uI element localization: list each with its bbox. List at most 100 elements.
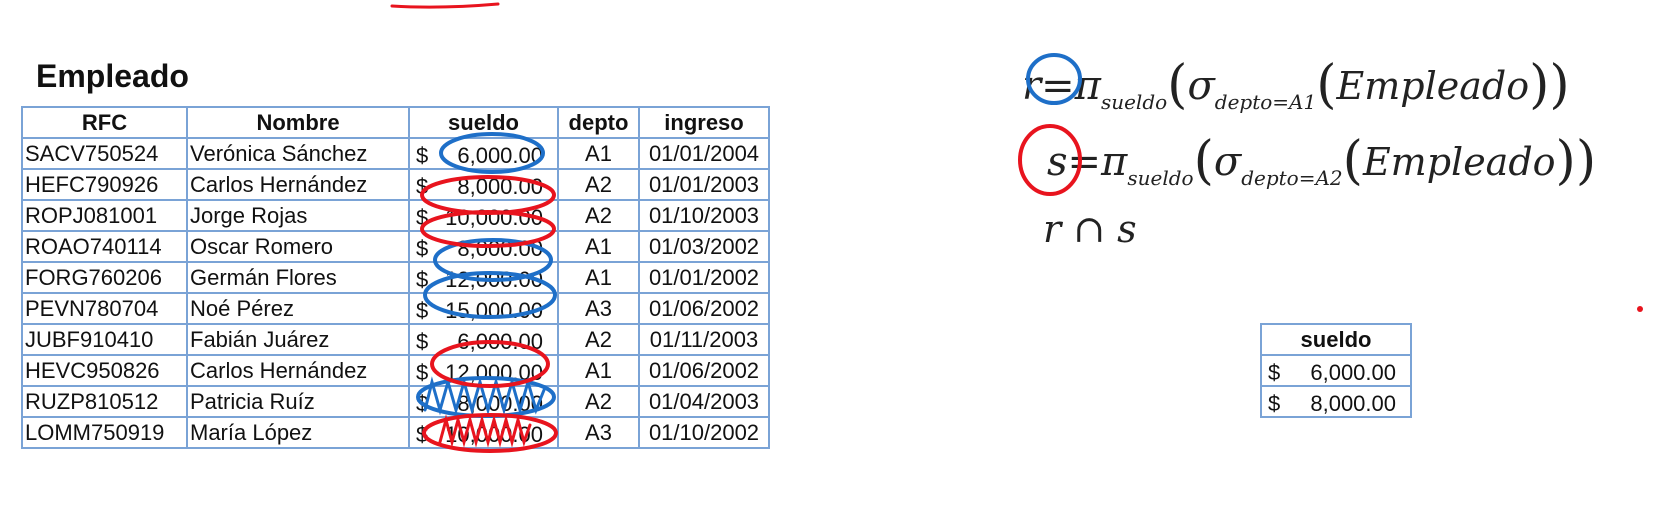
depto-cell: A2 [557, 323, 640, 356]
expression-r: r=πsueldo(σdepto=A1(Empleado)) [1022, 55, 1570, 115]
depto-cell: A1 [557, 261, 640, 294]
red-dot [1637, 306, 1643, 312]
rfc-cell: ROPJ081001 [21, 199, 188, 232]
currency-symbol: $ [416, 236, 429, 261]
depto-cell: A2 [557, 385, 640, 418]
rfc-cell: ROAO740114 [21, 230, 188, 263]
currency-symbol: $ [416, 360, 429, 385]
currency-symbol: $ [416, 298, 429, 323]
result-table: sueldo $ 6,000.00 $ 8,000.00 [1260, 323, 1412, 418]
table-row: SACV750524 Verónica Sánchez $6,000.00 A1 01/… [21, 137, 770, 170]
projection-attribute: sueldo [1100, 90, 1168, 114]
nombre-cell: Carlos Hernández [186, 168, 410, 201]
sueldo-cell: $10,000.00 [408, 199, 559, 232]
ingreso-cell: 01/10/2003 [638, 199, 770, 232]
depto-cell: A1 [557, 354, 640, 387]
ingreso-cell: 01/06/2002 [638, 354, 770, 387]
table-row: HEFC790926 Carlos Hernández $8,000.00 A2 01/… [21, 168, 770, 201]
currency-symbol: $ [416, 329, 429, 354]
salary-value: 12,000.00 [445, 267, 543, 292]
currency-symbol: $ [416, 174, 429, 199]
expression-s: s=πsueldo(σdepto=A2(Empleado)) [1047, 131, 1597, 191]
page-title: Empleado [36, 58, 189, 94]
nombre-cell: Germán Flores [186, 261, 410, 294]
ingreso-cell: 01/11/2003 [638, 323, 770, 356]
red-stroke [390, 2, 500, 9]
sueldo-cell: $8,000.00 [408, 168, 559, 201]
currency-symbol: $ [1268, 391, 1281, 416]
rfc-cell: RUZP810512 [21, 385, 188, 418]
nombre-cell: Oscar Romero [186, 230, 410, 263]
selection-condition: depto=A1 [1214, 90, 1317, 114]
equals-sign: = [1041, 63, 1075, 109]
rfc-cell: HEVC950826 [21, 354, 188, 387]
result-sueldo-cell: $ 6,000.00 [1260, 354, 1412, 387]
salary-value: 6,000.00 [1310, 360, 1396, 385]
ingreso-cell: 01/01/2003 [638, 168, 770, 201]
header-nombre: Nombre [186, 106, 410, 139]
sigma-symbol: σ [1187, 63, 1215, 109]
sueldo-cell: $15,000.00 [408, 292, 559, 325]
nombre-cell: Jorge Rojas [186, 199, 410, 232]
nombre-cell: Fabián Juárez [186, 323, 410, 356]
result-row: $ 6,000.00 [1260, 354, 1412, 387]
currency-symbol: $ [416, 422, 429, 447]
header-rfc: RFC [21, 106, 188, 139]
salary-value: 15,000.00 [445, 298, 543, 323]
depto-cell: A1 [557, 230, 640, 263]
salary-value: 10,000.00 [445, 205, 543, 230]
employee-table-header: RFC Nombre sueldo depto ingreso [21, 106, 770, 139]
depto-cell: A3 [557, 416, 640, 449]
salary-value: 10,000.00 [445, 422, 543, 447]
projection-attribute: sueldo [1127, 166, 1194, 190]
rfc-cell: HEFC790926 [21, 168, 188, 201]
result-sueldo-cell: $ 8,000.00 [1260, 385, 1412, 418]
salary-value: 8,000.00 [457, 174, 543, 199]
table-row: RUZP810512 Patricia Ruíz $8,000.00 A2 01/04/… [21, 385, 770, 418]
sueldo-cell: $8,000.00 [408, 385, 559, 418]
table-row: ROAO740114 Oscar Romero $8,000.00 A1 01/03/2… [21, 230, 770, 263]
employee-table: RFC Nombre sueldo depto ingreso SACV7505… [21, 106, 770, 449]
pi-symbol: π [1101, 139, 1128, 185]
ingreso-cell: 01/03/2002 [638, 230, 770, 263]
salary-value: 8,000.00 [457, 391, 543, 416]
currency-symbol: $ [416, 205, 429, 230]
var-r: r [1022, 63, 1042, 109]
sueldo-cell: $12,000.00 [408, 261, 559, 294]
rfc-cell: FORG760206 [21, 261, 188, 294]
nombre-cell: Patricia Ruíz [186, 385, 410, 418]
intersection-expression: r ∩ s [1043, 207, 1137, 251]
table-row: HEVC950826 Carlos Hernández $12,000.00 A1 01… [21, 354, 770, 387]
depto-cell: A1 [557, 137, 640, 170]
var-s: s [1047, 139, 1068, 185]
ingreso-cell: 01/04/2003 [638, 385, 770, 418]
currency-symbol: $ [1268, 360, 1281, 385]
salary-value: 8,000.00 [457, 236, 543, 261]
currency-symbol: $ [416, 391, 429, 416]
relation-name: Empleado [1362, 140, 1556, 184]
sueldo-cell: $8,000.00 [408, 230, 559, 263]
sueldo-cell: $6,000.00 [408, 323, 559, 356]
sueldo-cell: $12,000.00 [408, 354, 559, 387]
ingreso-cell: 01/06/2002 [638, 292, 770, 325]
salary-value: 6,000.00 [457, 329, 543, 354]
rfc-cell: JUBF910410 [21, 323, 188, 356]
rfc-cell: SACV750524 [21, 137, 188, 170]
result-header-sueldo: sueldo [1260, 323, 1412, 356]
nombre-cell: María López [186, 416, 410, 449]
ingreso-cell: 01/01/2004 [638, 137, 770, 170]
table-row: FORG760206 Germán Flores $12,000.00 A1 01/01… [21, 261, 770, 294]
rfc-cell: PEVN780704 [21, 292, 188, 325]
sueldo-cell: $6,000.00 [408, 137, 559, 170]
sueldo-cell: $10,000.00 [408, 416, 559, 449]
depto-cell: A2 [557, 199, 640, 232]
salary-value: 12,000.00 [445, 360, 543, 385]
header-depto: depto [557, 106, 640, 139]
header-sueldo: sueldo [408, 106, 559, 139]
salary-value: 8,000.00 [1310, 391, 1396, 416]
currency-symbol: $ [416, 267, 429, 292]
relation-name: Empleado [1336, 64, 1530, 108]
nombre-cell: Carlos Hernández [186, 354, 410, 387]
table-row: ROPJ081001 Jorge Rojas $10,000.00 A2 01/10/2… [21, 199, 770, 232]
equals-sign: = [1067, 139, 1102, 185]
